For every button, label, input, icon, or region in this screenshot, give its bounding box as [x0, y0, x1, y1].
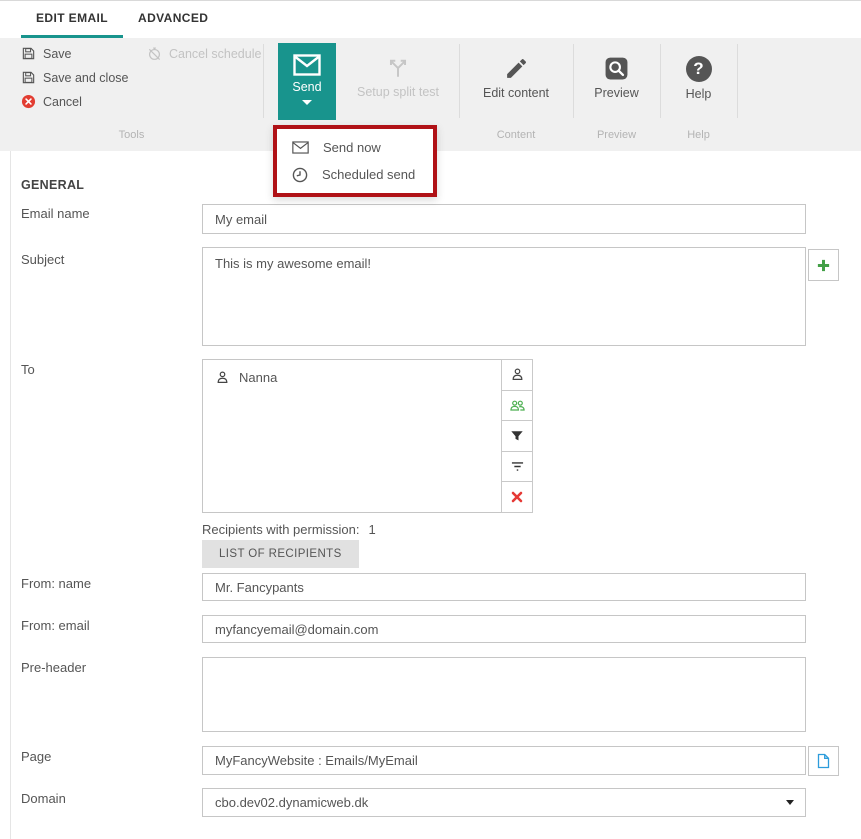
person-icon [510, 367, 525, 382]
menu-item-scheduled-send[interactable]: Scheduled send [277, 161, 433, 188]
from-email-label: From: email [21, 618, 90, 633]
pencil-icon [504, 56, 529, 81]
edit-content-label: Edit content [483, 86, 549, 100]
recipient-list-item[interactable]: Nanna [203, 360, 501, 385]
page-label: Page [21, 749, 51, 764]
tab-advanced-label: ADVANCED [138, 11, 208, 25]
recipients-permission-count: 1 [369, 522, 376, 537]
add-user-recipient-button[interactable] [501, 359, 533, 391]
domain-select[interactable]: cbo.dev02.dynamicweb.dk [202, 788, 806, 817]
help-button[interactable]: ? Help [660, 43, 737, 120]
save-label: Save [43, 47, 72, 61]
email-editor-window: EDIT EMAIL ADVANCED Save Save and close … [0, 0, 861, 839]
timer-off-icon [147, 46, 162, 61]
tab-bar: EDIT EMAIL ADVANCED [0, 1, 861, 38]
recipients-permission-line: Recipients with permission: 1 [202, 522, 376, 537]
subject-label: Subject [21, 252, 64, 267]
content-group-label: Content [459, 129, 573, 141]
branch-arrows-icon [385, 54, 411, 80]
tools-group-label: Tools [0, 129, 263, 141]
domain-selected-value: cbo.dev02.dynamicweb.dk [215, 795, 368, 810]
tab-advanced[interactable]: ADVANCED [123, 1, 223, 38]
cancel-label: Cancel [43, 95, 82, 109]
send-label: Send [292, 80, 321, 94]
recipients-permission-label: Recipients with permission: [202, 522, 360, 537]
edit-content-button[interactable]: Edit content [459, 43, 573, 120]
plus-icon [816, 258, 831, 273]
page-picker-button[interactable] [808, 746, 839, 776]
general-settings-panel: GENERAL Email name Subject This is my aw… [0, 151, 861, 839]
help-group-label: Help [660, 129, 737, 141]
tab-edit-email-label: EDIT EMAIL [36, 11, 108, 25]
email-name-field[interactable] [202, 204, 806, 234]
clock-icon [292, 167, 308, 183]
section-title-general: GENERAL [21, 178, 84, 192]
menu-item-send-now[interactable]: Send now [277, 134, 433, 161]
magnifier-icon [604, 56, 629, 81]
add-subject-variant-button[interactable] [808, 249, 839, 281]
funnel-icon [510, 429, 524, 443]
recipient-name: Nanna [239, 370, 277, 385]
question-mark-icon: ? [686, 56, 712, 82]
pre-header-label: Pre-header [21, 660, 86, 675]
domain-label: Domain [21, 791, 66, 806]
preview-group-label: Preview [573, 129, 660, 141]
send-button[interactable]: Send [278, 43, 336, 120]
send-dropdown-menu: Send now Scheduled send [273, 125, 437, 197]
save-button[interactable]: Save [21, 46, 72, 61]
email-name-label: Email name [21, 206, 90, 221]
preview-button[interactable]: Preview [573, 43, 660, 120]
from-email-field[interactable] [202, 615, 806, 643]
setup-split-test-button[interactable]: Setup split test [336, 43, 460, 120]
caret-down-icon [786, 800, 794, 805]
setup-split-test-label: Setup split test [357, 85, 439, 99]
subject-field[interactable]: This is my awesome email! [202, 247, 806, 346]
recipient-list[interactable]: Nanna [202, 359, 502, 513]
to-label: To [21, 362, 35, 377]
page-field[interactable] [202, 746, 806, 775]
pre-header-field[interactable] [202, 657, 806, 732]
envelope-icon [292, 141, 309, 154]
preview-label: Preview [594, 86, 638, 100]
envelope-icon [293, 54, 321, 76]
floppy-disk-icon [21, 46, 36, 61]
group-icon [509, 398, 526, 413]
red-x-circle-icon [21, 94, 36, 109]
save-and-close-label: Save and close [43, 71, 128, 85]
scheduled-send-label: Scheduled send [322, 167, 415, 182]
caret-down-icon [302, 100, 312, 105]
list-of-recipients-button[interactable]: LIST OF RECIPIENTS [202, 540, 359, 568]
cancel-schedule-label: Cancel schedule [169, 47, 261, 61]
recipient-actions [501, 359, 533, 513]
help-label: Help [686, 87, 712, 101]
from-name-label: From: name [21, 576, 91, 591]
person-icon [215, 370, 230, 385]
from-name-field[interactable] [202, 573, 806, 601]
filter-lines-icon [510, 460, 525, 473]
filter-recipients-button[interactable] [501, 420, 533, 452]
remove-recipient-button[interactable] [501, 481, 533, 513]
add-group-recipient-button[interactable] [501, 390, 533, 422]
tab-edit-email[interactable]: EDIT EMAIL [21, 1, 123, 38]
advanced-filter-button[interactable] [501, 451, 533, 483]
toolbar-divider [263, 44, 264, 118]
floppy-disk-icon [21, 70, 36, 85]
cancel-button[interactable]: Cancel [21, 94, 82, 109]
document-icon [816, 753, 831, 769]
remove-x-icon [511, 491, 523, 503]
send-now-label: Send now [323, 140, 381, 155]
toolbar-divider [737, 44, 738, 118]
panel-left-edge [10, 151, 11, 839]
cancel-schedule-button[interactable]: Cancel schedule [147, 46, 261, 61]
save-and-close-button[interactable]: Save and close [21, 70, 128, 85]
